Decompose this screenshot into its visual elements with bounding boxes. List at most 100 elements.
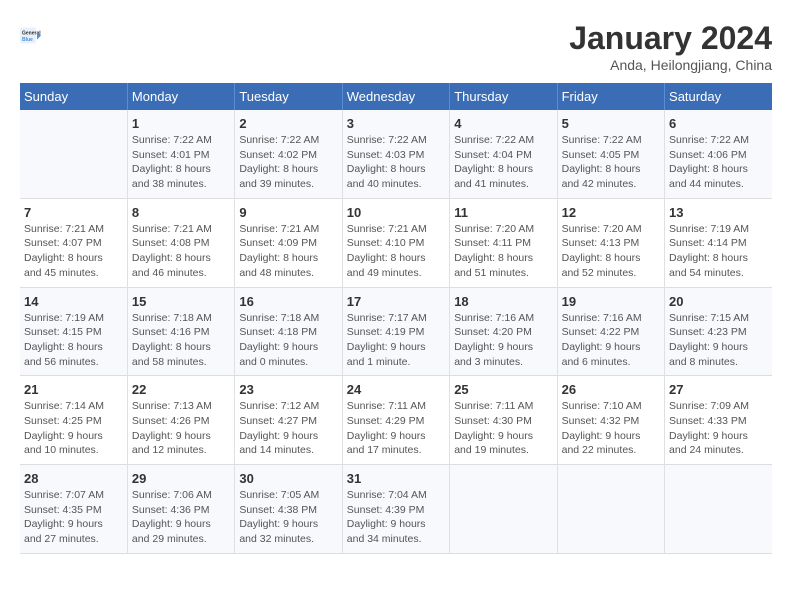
day-number: 17 [347,294,445,309]
day-info: Sunrise: 7:06 AMSunset: 4:36 PMDaylight:… [132,488,230,547]
day-number: 4 [454,116,552,131]
calendar-cell [20,110,127,198]
calendar-cell: 9 Sunrise: 7:21 AMSunset: 4:09 PMDaylight… [235,198,342,287]
calendar-cell: 6 Sunrise: 7:22 AMSunset: 4:06 PMDaylight… [665,110,772,198]
day-info: Sunrise: 7:04 AMSunset: 4:39 PMDaylight:… [347,488,445,547]
calendar-cell: 31 Sunrise: 7:04 AMSunset: 4:39 PMDayligh… [342,465,449,554]
weekday-header-saturday: Saturday [665,83,772,110]
calendar-cell: 12 Sunrise: 7:20 AMSunset: 4:13 PMDayligh… [557,198,664,287]
day-info: Sunrise: 7:22 AMSunset: 4:05 PMDaylight:… [562,133,660,192]
calendar-week-row: 1 Sunrise: 7:22 AMSunset: 4:01 PMDaylight… [20,110,772,198]
day-number: 3 [347,116,445,131]
day-number: 24 [347,382,445,397]
day-number: 27 [669,382,768,397]
logo: General Blue [20,20,70,60]
month-title: January 2024 [569,20,772,57]
calendar-cell: 30Sunrise: 7:05 AMSunset: 4:38 PMDayligh… [235,465,342,554]
calendar-cell [557,465,664,554]
calendar-cell: 22 Sunrise: 7:13 AMSunset: 4:26 PMDayligh… [127,376,234,465]
day-number: 25 [454,382,552,397]
calendar-cell: 17Sunrise: 7:17 AMSunset: 4:19 PMDayligh… [342,287,449,376]
calendar-cell: 14 Sunrise: 7:19 AMSunset: 4:15 PMDayligh… [20,287,127,376]
weekday-header-sunday: Sunday [20,83,127,110]
calendar-cell: 3 Sunrise: 7:22 AMSunset: 4:03 PMDaylight… [342,110,449,198]
calendar-cell: 26 Sunrise: 7:10 AMSunset: 4:32 PMDayligh… [557,376,664,465]
calendar-cell: 5 Sunrise: 7:22 AMSunset: 4:05 PMDaylight… [557,110,664,198]
day-number: 26 [562,382,660,397]
day-info: Sunrise: 7:22 AMSunset: 4:03 PMDaylight:… [347,133,445,192]
calendar-cell: 20 Sunrise: 7:15 AMSunset: 4:23 PMDayligh… [665,287,772,376]
day-number: 31 [347,471,445,486]
day-number: 1 [132,116,230,131]
calendar-table: SundayMondayTuesdayWednesdayThursdayFrid… [20,83,772,554]
weekday-header-monday: Monday [127,83,234,110]
day-number: 14 [24,294,123,309]
calendar-cell: 25 Sunrise: 7:11 AMSunset: 4:30 PMDayligh… [450,376,557,465]
day-info: Sunrise: 7:11 AMSunset: 4:30 PMDaylight:… [454,399,552,458]
day-info: Sunrise: 7:22 AMSunset: 4:01 PMDaylight:… [132,133,230,192]
title-section: January 2024 Anda, Heilongjiang, China [569,20,772,73]
day-info: Sunrise: 7:21 AMSunset: 4:10 PMDaylight:… [347,222,445,281]
calendar-week-row: 7Sunrise: 7:21 AMSunset: 4:07 PMDaylight… [20,198,772,287]
day-number: 20 [669,294,768,309]
day-number: 29 [132,471,230,486]
day-info: Sunrise: 7:20 AMSunset: 4:13 PMDaylight:… [562,222,660,281]
day-info: Sunrise: 7:12 AMSunset: 4:27 PMDaylight:… [239,399,337,458]
calendar-cell: 23 Sunrise: 7:12 AMSunset: 4:27 PMDayligh… [235,376,342,465]
day-info: Sunrise: 7:20 AMSunset: 4:11 PMDaylight:… [454,222,552,281]
calendar-cell: 1 Sunrise: 7:22 AMSunset: 4:01 PMDaylight… [127,110,234,198]
calendar-cell: 15 Sunrise: 7:18 AMSunset: 4:16 PMDayligh… [127,287,234,376]
calendar-week-row: 21Sunrise: 7:14 AMSunset: 4:25 PMDayligh… [20,376,772,465]
day-info: Sunrise: 7:11 AMSunset: 4:29 PMDaylight:… [347,399,445,458]
calendar-cell: 13Sunrise: 7:19 AMSunset: 4:14 PMDayligh… [665,198,772,287]
calendar-cell: 8 Sunrise: 7:21 AMSunset: 4:08 PMDaylight… [127,198,234,287]
calendar-cell: 4 Sunrise: 7:22 AMSunset: 4:04 PMDaylight… [450,110,557,198]
day-number: 9 [239,205,337,220]
day-info: Sunrise: 7:21 AMSunset: 4:08 PMDaylight:… [132,222,230,281]
calendar-cell: 24 Sunrise: 7:11 AMSunset: 4:29 PMDayligh… [342,376,449,465]
logo-svg: General Blue [20,20,70,60]
calendar-cell: 21Sunrise: 7:14 AMSunset: 4:25 PMDayligh… [20,376,127,465]
calendar-cell: 7Sunrise: 7:21 AMSunset: 4:07 PMDaylight… [20,198,127,287]
day-info: Sunrise: 7:22 AMSunset: 4:02 PMDaylight:… [239,133,337,192]
day-number: 18 [454,294,552,309]
calendar-cell: 11Sunrise: 7:20 AMSunset: 4:11 PMDayligh… [450,198,557,287]
day-info: Sunrise: 7:18 AMSunset: 4:18 PMDaylight:… [239,311,337,370]
location-subtitle: Anda, Heilongjiang, China [569,57,772,73]
weekday-header-tuesday: Tuesday [235,83,342,110]
day-number: 5 [562,116,660,131]
day-info: Sunrise: 7:16 AMSunset: 4:22 PMDaylight:… [562,311,660,370]
weekday-header-thursday: Thursday [450,83,557,110]
calendar-cell: 2 Sunrise: 7:22 AMSunset: 4:02 PMDaylight… [235,110,342,198]
calendar-cell: 27 Sunrise: 7:09 AMSunset: 4:33 PMDayligh… [665,376,772,465]
day-info: Sunrise: 7:21 AMSunset: 4:09 PMDaylight:… [239,222,337,281]
day-info: Sunrise: 7:16 AMSunset: 4:20 PMDaylight:… [454,311,552,370]
day-number: 30 [239,471,337,486]
day-number: 12 [562,205,660,220]
header: General Blue January 2024 Anda, Heilongj… [20,20,772,73]
day-info: Sunrise: 7:19 AMSunset: 4:14 PMDaylight:… [669,222,768,281]
weekday-header-friday: Friday [557,83,664,110]
day-info: Sunrise: 7:13 AMSunset: 4:26 PMDaylight:… [132,399,230,458]
day-info: Sunrise: 7:15 AMSunset: 4:23 PMDaylight:… [669,311,768,370]
day-number: 22 [132,382,230,397]
day-info: Sunrise: 7:09 AMSunset: 4:33 PMDaylight:… [669,399,768,458]
day-info: Sunrise: 7:10 AMSunset: 4:32 PMDaylight:… [562,399,660,458]
weekday-header-wednesday: Wednesday [342,83,449,110]
day-number: 23 [239,382,337,397]
calendar-week-row: 28Sunrise: 7:07 AMSunset: 4:35 PMDayligh… [20,465,772,554]
day-info: Sunrise: 7:18 AMSunset: 4:16 PMDaylight:… [132,311,230,370]
day-number: 6 [669,116,768,131]
day-number: 8 [132,205,230,220]
day-number: 15 [132,294,230,309]
calendar-cell: 10 Sunrise: 7:21 AMSunset: 4:10 PMDayligh… [342,198,449,287]
day-number: 2 [239,116,337,131]
day-info: Sunrise: 7:22 AMSunset: 4:04 PMDaylight:… [454,133,552,192]
day-number: 10 [347,205,445,220]
day-info: Sunrise: 7:22 AMSunset: 4:06 PMDaylight:… [669,133,768,192]
calendar-cell: 28Sunrise: 7:07 AMSunset: 4:35 PMDayligh… [20,465,127,554]
day-info: Sunrise: 7:19 AMSunset: 4:15 PMDaylight:… [24,311,123,370]
weekday-header-row: SundayMondayTuesdayWednesdayThursdayFrid… [20,83,772,110]
day-number: 19 [562,294,660,309]
calendar-cell: 16Sunrise: 7:18 AMSunset: 4:18 PMDayligh… [235,287,342,376]
